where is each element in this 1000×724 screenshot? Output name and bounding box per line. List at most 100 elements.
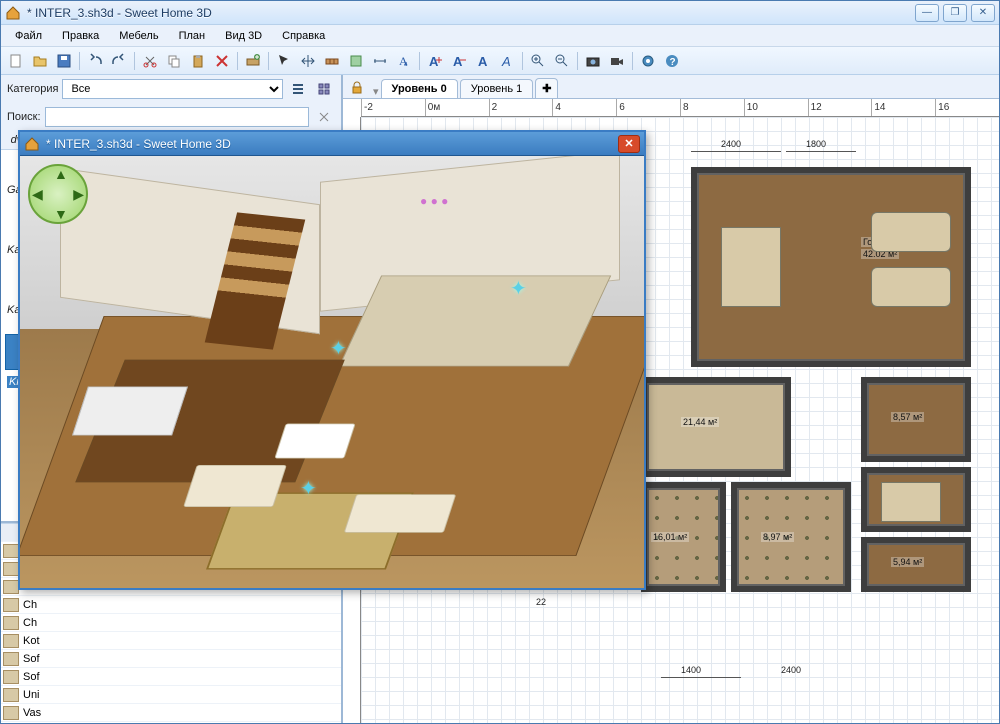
preferences-button[interactable] (637, 50, 659, 72)
save-button[interactable] (53, 50, 75, 72)
ruler-mark: 8 (680, 99, 744, 116)
copy-button[interactable] (163, 50, 185, 72)
zoom-in-button[interactable] (527, 50, 549, 72)
list-item[interactable]: bes (1, 722, 341, 723)
undo-button[interactable] (84, 50, 106, 72)
tab-add-level[interactable]: ✚ (535, 78, 558, 98)
window-buttons: — ❐ ✕ (915, 4, 995, 22)
room-area: 16,01 м² (651, 532, 689, 542)
paste-button[interactable] (187, 50, 209, 72)
cut-button[interactable] (139, 50, 161, 72)
photo-button[interactable] (582, 50, 604, 72)
furniture-bed[interactable] (881, 482, 941, 522)
maximize-button[interactable]: ❐ (943, 4, 967, 22)
room-area: 21,44 м² (681, 417, 719, 427)
view3d-window[interactable]: * INTER_3.sh3d - Sweet Home 3D ✕ ✦ ✦ ✦ ●… (18, 130, 646, 590)
room-area: 5,94 м² (891, 557, 924, 567)
ruler-mark: 4 (552, 99, 616, 116)
menu-edit[interactable]: Правка (54, 28, 107, 44)
menu-help[interactable]: Справка (274, 28, 333, 44)
room-tool[interactable] (345, 50, 367, 72)
dimension: 1800 (806, 139, 826, 149)
svg-text:A: A (501, 54, 511, 69)
svg-text:A: A (478, 54, 488, 69)
search-label: Поиск: (7, 111, 41, 123)
furniture-sofa[interactable] (871, 212, 951, 252)
list-item[interactable]: Sof (1, 668, 341, 686)
ruler-mark: 12 (808, 99, 872, 116)
nav-left-icon[interactable]: ◀ (32, 186, 43, 203)
light-icon: ● ● ● (420, 194, 448, 208)
lock-icon[interactable] (347, 78, 367, 98)
delete-button[interactable] (211, 50, 233, 72)
room-area: 8,57 м² (891, 412, 924, 422)
svg-text:A: A (429, 54, 439, 69)
furniture-table[interactable] (721, 227, 781, 307)
level-tabs: ▾ Уровень 0 Уровень 1 ✚ (343, 75, 999, 99)
list-item[interactable]: Vas (1, 704, 341, 722)
popup-close-button[interactable]: ✕ (618, 135, 640, 153)
search-input[interactable] (45, 107, 309, 127)
list-item[interactable]: Kot (1, 632, 341, 650)
svg-text:A: A (453, 54, 463, 69)
dimension: 1400 (681, 665, 701, 675)
close-button[interactable]: ✕ (971, 4, 995, 22)
navigation-pad[interactable]: ▲ ▼ ◀ ▶ (28, 164, 88, 224)
menu-view3d[interactable]: Вид 3D (217, 28, 270, 44)
chandelier-icon: ✦ (330, 336, 347, 361)
text-bold-button[interactable]: A (472, 50, 494, 72)
menu-plan[interactable]: План (171, 28, 214, 44)
list-item[interactable]: Sof (1, 650, 341, 668)
room-area: 8,97 м² (761, 532, 794, 542)
category-select[interactable]: Все (62, 79, 283, 99)
nav-right-icon[interactable]: ▶ (73, 186, 84, 203)
popup-title: * INTER_3.sh3d - Sweet Home 3D (46, 137, 618, 151)
wall-tool[interactable] (321, 50, 343, 72)
dimension: 22 (536, 597, 546, 607)
nav-up-icon[interactable]: ▲ (54, 166, 68, 182)
redo-button[interactable] (108, 50, 130, 72)
add-furniture-button[interactable] (242, 50, 264, 72)
catalog-view-tree-button[interactable] (313, 78, 335, 100)
help-button[interactable]: ? (661, 50, 683, 72)
catalog-view-list-button[interactable] (287, 78, 309, 100)
list-item[interactable]: Ch (1, 614, 341, 632)
nav-down-icon[interactable]: ▼ (54, 206, 68, 222)
list-item[interactable]: Ch (1, 596, 341, 614)
open-button[interactable] (29, 50, 51, 72)
furniture-sofa[interactable] (871, 267, 951, 307)
room-2[interactable] (641, 377, 791, 477)
titlebar: * INTER_3.sh3d - Sweet Home 3D — ❐ ✕ (1, 1, 999, 25)
ruler-mark: 2 (489, 99, 553, 116)
list-item[interactable]: Uni (1, 686, 341, 704)
ruler-horizontal: -2 0м 2 4 6 8 10 12 14 16 (361, 99, 999, 117)
dimension-tool[interactable] (369, 50, 391, 72)
dimension: 2400 (721, 139, 741, 149)
ruler-mark: 6 (616, 99, 680, 116)
minimize-button[interactable]: — (915, 4, 939, 22)
tab-level-0[interactable]: Уровень 0 (381, 79, 458, 98)
view3d-canvas[interactable]: ✦ ✦ ✦ ● ● ● ▲ ▼ ◀ ▶ (20, 156, 644, 588)
text-smaller-button[interactable]: A (448, 50, 470, 72)
category-label: Категория (7, 83, 58, 95)
menu-furniture[interactable]: Мебель (111, 28, 166, 44)
pan-tool[interactable] (297, 50, 319, 72)
ruler-mark: 10 (744, 99, 808, 116)
toolbar: Aa A A A A ? (1, 47, 999, 75)
search-clear-button[interactable] (313, 106, 335, 128)
zoom-out-button[interactable] (551, 50, 573, 72)
menu-file[interactable]: Файл (7, 28, 50, 44)
ruler-mark: 0м (425, 99, 489, 116)
text-tool[interactable]: Aa (393, 50, 415, 72)
select-tool[interactable] (273, 50, 295, 72)
text-italic-button[interactable]: A (496, 50, 518, 72)
chandelier-icon: ✦ (510, 276, 527, 301)
svg-text:?: ? (670, 57, 676, 68)
app-icon (5, 5, 21, 21)
text-bigger-button[interactable]: A (424, 50, 446, 72)
new-button[interactable] (5, 50, 27, 72)
video-button[interactable] (606, 50, 628, 72)
menubar: Файл Правка Мебель План Вид 3D Справка (1, 25, 999, 47)
ruler-mark: -2 (361, 99, 425, 116)
tab-level-1[interactable]: Уровень 1 (460, 79, 534, 98)
